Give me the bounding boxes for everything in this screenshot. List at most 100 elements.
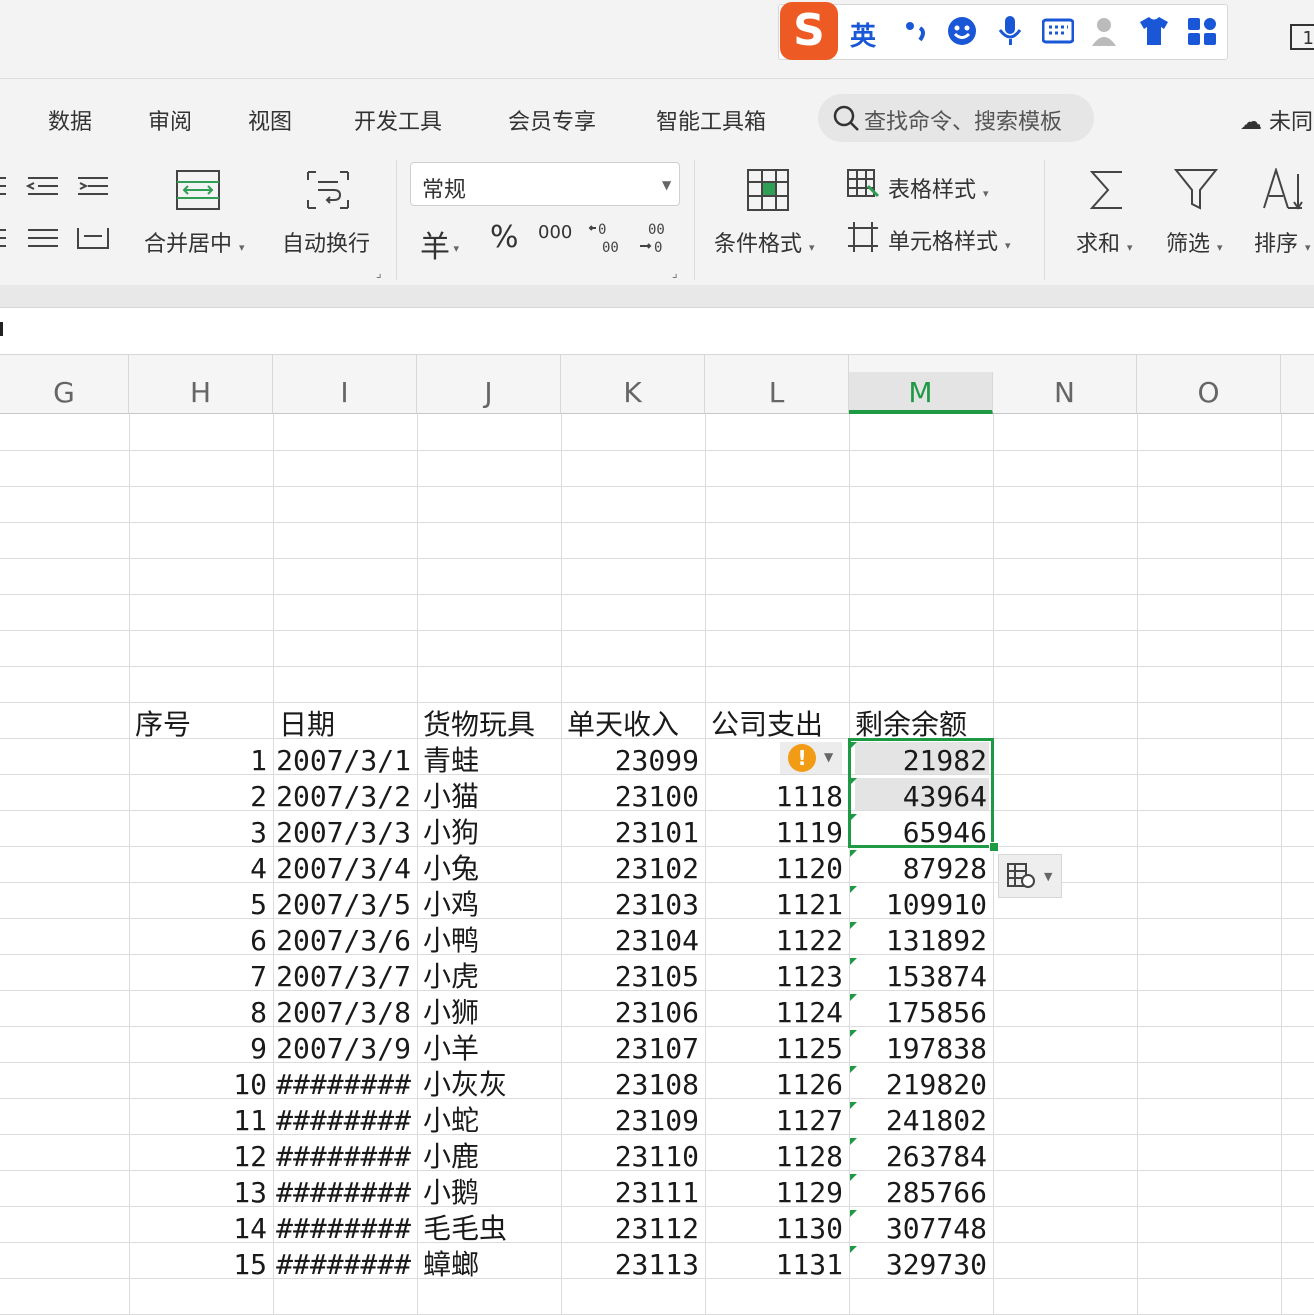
table-cell[interactable]: 3 <box>129 812 273 848</box>
emoji-icon[interactable] <box>946 16 978 46</box>
table-cell[interactable]: 23099 <box>561 740 705 776</box>
table-cell[interactable]: 1119 <box>705 812 849 848</box>
table-cell[interactable]: 6 <box>129 920 273 956</box>
table-cell[interactable]: 263784 <box>849 1136 993 1172</box>
table-cell[interactable]: ######## <box>273 1064 417 1100</box>
table-cell[interactable]: 1127 <box>705 1100 849 1136</box>
table-cell[interactable]: 小鹿 <box>417 1136 561 1172</box>
increase-decimal-icon[interactable]: 000 <box>588 220 624 254</box>
cloud-sync-status[interactable]: ☁ 未同 <box>1240 104 1313 136</box>
table-cell[interactable]: 2007/3/2 <box>273 776 417 812</box>
table-cell[interactable]: 小鸭 <box>417 920 561 956</box>
table-style-button[interactable]: 表格样式 ▾ <box>888 172 989 204</box>
table-cell[interactable]: 2007/3/6 <box>273 920 417 956</box>
table-cell[interactable]: 蟑螂 <box>417 1244 561 1280</box>
microphone-icon[interactable] <box>994 16 1026 46</box>
table-cell[interactable]: 23102 <box>561 848 705 884</box>
skin-icon[interactable] <box>1138 16 1170 46</box>
keyboard-icon[interactable] <box>1042 16 1074 46</box>
table-cell[interactable]: 11 <box>129 1100 273 1136</box>
column-header-k[interactable]: K <box>561 355 705 413</box>
menu-member[interactable]: 会员专享 <box>508 104 596 136</box>
percent-button[interactable]: % <box>490 220 519 255</box>
merge-center-button[interactable]: 合并居中 ▾ <box>144 226 245 258</box>
menu-data[interactable]: 数据 <box>48 104 92 136</box>
table-cell[interactable]: 2007/3/9 <box>273 1028 417 1064</box>
table-cell[interactable]: 小兔 <box>417 848 561 884</box>
table-cell[interactable]: 23104 <box>561 920 705 956</box>
table-cell[interactable]: ######## <box>273 1136 417 1172</box>
table-cell[interactable]: 2007/3/1 <box>273 740 417 776</box>
currency-button[interactable]: 羊 ▾ <box>420 222 459 266</box>
table-cell[interactable]: 15 <box>129 1244 273 1280</box>
sort-button[interactable]: 排序 ▾ <box>1254 226 1311 258</box>
filter-button[interactable]: 筛选 ▾ <box>1166 226 1223 258</box>
table-cell[interactable]: 285766 <box>849 1172 993 1208</box>
column-header-i[interactable]: I <box>273 355 417 413</box>
ime-language-toggle[interactable]: 英 <box>850 16 876 53</box>
wrap-text-button[interactable]: 自动换行 <box>282 226 370 258</box>
table-cell[interactable]: 87928 <box>849 848 993 884</box>
table-cell[interactable]: 23113 <box>561 1244 705 1280</box>
table-style-icon[interactable] <box>846 168 880 200</box>
table-cell[interactable]: 1129 <box>705 1172 849 1208</box>
table-cell[interactable]: 307748 <box>849 1208 993 1244</box>
table-cell[interactable]: 小鸡 <box>417 884 561 920</box>
table-header-cell[interactable]: 日期 <box>273 704 417 740</box>
table-cell[interactable]: 14 <box>129 1208 273 1244</box>
table-cell[interactable]: 10 <box>129 1064 273 1100</box>
table-cell[interactable]: 小猫 <box>417 776 561 812</box>
table-cell[interactable]: 153874 <box>849 956 993 992</box>
table-cell[interactable]: ######## <box>273 1172 417 1208</box>
table-cell[interactable]: ######## <box>273 1244 417 1280</box>
sum-icon[interactable] <box>1088 168 1128 212</box>
column-header-m[interactable]: M <box>849 372 993 414</box>
table-cell[interactable]: 2007/3/7 <box>273 956 417 992</box>
table-cell[interactable]: 1128 <box>705 1136 849 1172</box>
merge-center-icon[interactable] <box>176 170 220 210</box>
table-cell[interactable]: 2007/3/4 <box>273 848 417 884</box>
table-cell[interactable]: 小虎 <box>417 956 561 992</box>
table-header-cell[interactable]: 序号 <box>129 704 273 740</box>
table-cell[interactable]: 2007/3/8 <box>273 992 417 1028</box>
table-cell[interactable]: ######## <box>273 1100 417 1136</box>
conditional-format-button[interactable]: 条件格式 ▾ <box>714 226 815 258</box>
table-cell[interactable]: 131892 <box>849 920 993 956</box>
column-header-l[interactable]: L <box>705 355 849 413</box>
table-cell[interactable]: 毛毛虫 <box>417 1208 561 1244</box>
table-cell[interactable]: 1125 <box>705 1028 849 1064</box>
table-cell[interactable]: 23112 <box>561 1208 705 1244</box>
table-header-cell[interactable]: 货物玩具 <box>417 704 561 740</box>
table-cell[interactable]: 329730 <box>849 1244 993 1280</box>
number-dialog-launcher[interactable]: ⌟ <box>672 266 678 280</box>
table-cell[interactable]: 小狗 <box>417 812 561 848</box>
table-cell[interactable]: 青蛙 <box>417 740 561 776</box>
conditional-format-icon[interactable] <box>746 168 790 212</box>
table-cell[interactable]: 1124 <box>705 992 849 1028</box>
table-cell[interactable]: 小羊 <box>417 1028 561 1064</box>
column-header-g[interactable]: G <box>0 355 129 413</box>
menu-review[interactable]: 审阅 <box>148 104 192 136</box>
table-cell[interactable]: 小蛇 <box>417 1100 561 1136</box>
window-restore-button[interactable]: 1 <box>1290 24 1314 50</box>
table-cell[interactable]: 175856 <box>849 992 993 1028</box>
menu-view[interactable]: 视图 <box>248 104 292 136</box>
formula-bar[interactable] <box>0 308 1314 355</box>
table-cell[interactable]: 小鹅 <box>417 1172 561 1208</box>
column-header-j[interactable]: J <box>417 355 561 413</box>
table-cell[interactable]: 23105 <box>561 956 705 992</box>
table-cell[interactable]: 1123 <box>705 956 849 992</box>
cell-style-icon[interactable] <box>846 220 880 254</box>
table-cell[interactable]: ######## <box>273 1208 417 1244</box>
user-icon[interactable] <box>1090 16 1122 46</box>
table-header-cell[interactable]: 单天收入 <box>561 704 705 740</box>
thousands-separator-button[interactable]: 000 <box>538 222 572 243</box>
table-cell[interactable]: 12 <box>129 1136 273 1172</box>
table-cell[interactable]: 小灰灰 <box>417 1064 561 1100</box>
table-cell[interactable]: 23108 <box>561 1064 705 1100</box>
table-cell[interactable]: 23103 <box>561 884 705 920</box>
table-cell[interactable]: 7 <box>129 956 273 992</box>
table-cell[interactable]: 23111 <box>561 1172 705 1208</box>
table-header-cell[interactable]: 剩余余额 <box>849 704 993 740</box>
table-cell[interactable]: 23106 <box>561 992 705 1028</box>
